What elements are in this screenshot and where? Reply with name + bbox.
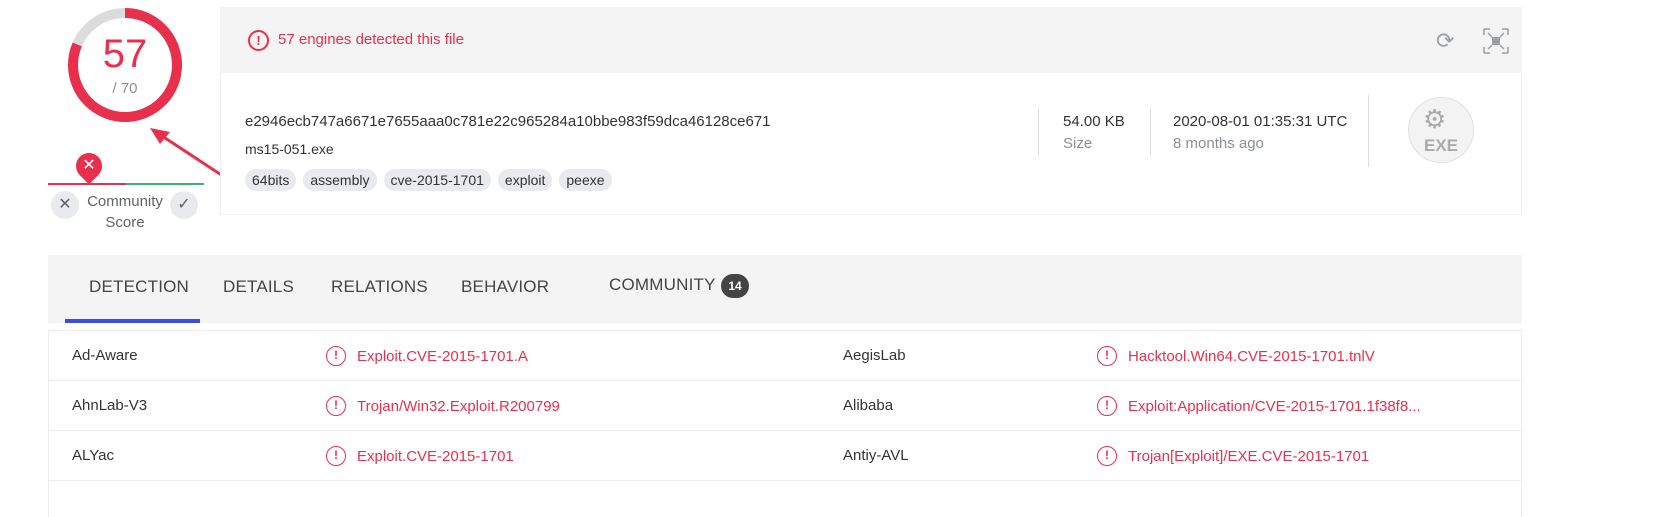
file-hash[interactable]: e2946ecb747a6671e7655aaa0c781e22c965284a… <box>245 113 771 130</box>
detection-label: Hacktool.Win64.CVE-2015-1701.tnlV <box>1128 347 1375 365</box>
divider <box>1038 109 1039 155</box>
malicious-icon: ✕ <box>82 157 96 174</box>
file-tag[interactable]: exploit <box>497 169 553 191</box>
detection-result: ! Exploit:Application/CVE-2015-1701.1f38… <box>1097 396 1421 416</box>
vote-malicious-button[interactable]: ✕ <box>51 191 79 219</box>
file-name: ms15-051.exe <box>245 141 334 157</box>
detection-label: Trojan[Exploit]/EXE.CVE-2015-1701 <box>1128 447 1370 465</box>
file-info-panel: e2946ecb747a6671e7655aaa0c781e22c965284a… <box>220 73 1522 215</box>
gear-icon: ⚙ <box>1423 104 1447 134</box>
check-icon: ✓ <box>177 196 191 213</box>
alert-icon: ! <box>248 30 269 51</box>
tab-details[interactable]: DETAILS <box>223 277 294 297</box>
community-count-badge: 14 <box>721 274 749 298</box>
detection-summary: 57 engines detected this file <box>278 31 464 48</box>
alert-icon: ! <box>1097 396 1117 416</box>
engine-total: / 70 <box>112 80 138 97</box>
divider <box>1368 95 1369 167</box>
close-icon: ✕ <box>58 196 72 213</box>
file-tag[interactable]: peexe <box>559 169 612 191</box>
detection-count: 57 <box>102 32 148 76</box>
detection-result: ! Hacktool.Win64.CVE-2015-1701.tnlV <box>1097 346 1375 366</box>
reanalyze-icon[interactable]: ⟳ <box>1436 29 1460 53</box>
table-row: ALYac ! Exploit.CVE-2015-1701 Antiy-AVL … <box>49 431 1521 481</box>
analysis-date: 2020-08-01 01:35:31 UTC <box>1173 113 1348 130</box>
file-size-label: Size <box>1063 135 1093 152</box>
tab-community[interactable]: COMMUNITY <box>609 275 716 295</box>
file-type-label: EXE <box>1423 136 1459 155</box>
detection-score-gauge: 57 / 70 <box>66 6 184 124</box>
detection-result: ! Exploit.CVE-2015-1701.A <box>326 346 528 366</box>
detection-banner: ! 57 engines detected this file ⟳ <box>220 7 1522 73</box>
engine-name: Ad-Aware <box>72 347 138 364</box>
file-size-value: 54.00 KB <box>1063 113 1125 130</box>
detection-label: Exploit.CVE-2015-1701 <box>357 447 514 465</box>
detection-result: ! Trojan/Win32.Exploit.R200799 <box>326 396 560 416</box>
alert-icon: ! <box>326 446 346 466</box>
engine-name: Alibaba <box>843 397 894 414</box>
detection-results-table: Ad-Aware ! Exploit.CVE-2015-1701.A Aegis… <box>48 330 1522 517</box>
alert-icon: ! <box>326 396 346 416</box>
graph-view-icon[interactable] <box>1482 27 1510 55</box>
community-vote-marker: ✕ <box>70 147 108 185</box>
tab-detection[interactable]: DETECTION <box>89 277 189 297</box>
detection-label: Exploit.CVE-2015-1701.A <box>357 347 528 365</box>
exe-file-type-icon: ⚙ EXE <box>1408 97 1474 163</box>
engine-name: AhnLab-V3 <box>72 397 148 414</box>
alert-icon: ! <box>326 346 346 366</box>
community-score-label: Community Score <box>87 193 163 231</box>
file-tag[interactable]: 64bits <box>245 169 297 191</box>
analysis-relative-date: 8 months ago <box>1173 135 1264 152</box>
tab-relations[interactable]: RELATIONS <box>331 277 428 297</box>
table-row: AhnLab-V3 ! Trojan/Win32.Exploit.R200799… <box>49 381 1521 431</box>
divider <box>1150 109 1151 155</box>
file-tag[interactable]: cve-2015-1701 <box>383 169 491 191</box>
alert-icon: ! <box>1097 446 1117 466</box>
detection-label: Exploit:Application/CVE-2015-1701.1f38f8… <box>1128 397 1421 415</box>
report-tabs: DETECTION DETAILS RELATIONS BEHAVIOR COM… <box>48 255 1522 323</box>
table-row: Ad-Aware ! Exploit.CVE-2015-1701.A Aegis… <box>49 331 1521 381</box>
detection-label: Trojan/Win32.Exploit.R200799 <box>357 397 560 415</box>
vote-harmless-button[interactable]: ✓ <box>170 191 198 219</box>
engine-name: ALYac <box>72 447 114 464</box>
detection-result: ! Exploit.CVE-2015-1701 <box>326 446 514 466</box>
engine-name: AegisLab <box>843 347 906 364</box>
file-tags: 64bits assembly cve-2015-1701 exploit pe… <box>245 169 612 191</box>
active-tab-indicator <box>65 319 200 323</box>
harmless-vote-bar <box>126 183 204 185</box>
engine-name: Antiy-AVL <box>843 447 909 464</box>
detection-result: ! Trojan[Exploit]/EXE.CVE-2015-1701 <box>1097 446 1369 466</box>
alert-icon: ! <box>1097 346 1117 366</box>
file-tag[interactable]: assembly <box>303 169 377 191</box>
tab-behavior[interactable]: BEHAVIOR <box>461 277 549 297</box>
